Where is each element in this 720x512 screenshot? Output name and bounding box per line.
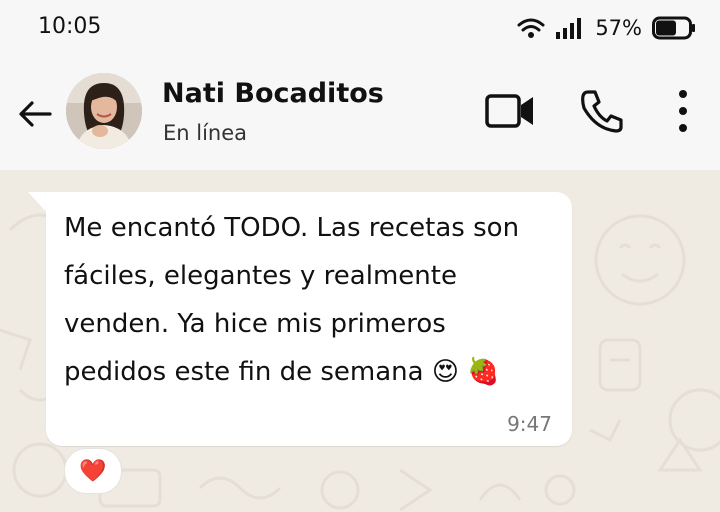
strawberry-emoji: 🍓 <box>467 357 500 387</box>
message-line: Me encantó TODO. Las recetas son <box>64 213 520 243</box>
wifi-icon <box>517 18 545 38</box>
status-time: 10:05 <box>38 14 102 39</box>
more-vert-icon[interactable] <box>668 88 698 134</box>
message-reaction[interactable]: ❤️ <box>64 448 122 494</box>
chat-header: Nati Bocaditos En línea <box>0 58 720 170</box>
message-line: pedidos este fin de semana 😍 🍓 <box>64 348 564 396</box>
back-arrow-icon[interactable] <box>16 94 56 134</box>
signal-icon <box>556 18 582 39</box>
phone-call-icon[interactable] <box>578 88 624 134</box>
contact-name[interactable]: Nati Bocaditos <box>162 78 384 109</box>
status-icons: 57% <box>517 13 696 43</box>
message-line: fáciles, elegantes y realmente <box>64 261 457 291</box>
video-call-icon[interactable] <box>484 90 536 132</box>
message-line: venden. Ya hice mis primeros <box>64 309 446 339</box>
message-text: Me encantó TODO. Las recetas son fáciles… <box>64 204 564 396</box>
heart-eyes-emoji: 😍 <box>431 357 459 387</box>
avatar-image <box>66 73 142 149</box>
heart-reaction-icon: ❤️ <box>79 458 107 484</box>
message-bubble[interactable]: Me encantó TODO. Las recetas son fáciles… <box>46 192 572 446</box>
message-time: 9:47 <box>507 412 552 436</box>
contact-status: En línea <box>163 121 248 145</box>
battery-percent: 57% <box>595 16 642 40</box>
battery-icon <box>652 16 695 40</box>
status-bar: 10:05 57% <box>0 0 720 58</box>
message-line-text: pedidos este fin de semana <box>64 357 424 387</box>
contact-avatar[interactable] <box>66 73 142 149</box>
